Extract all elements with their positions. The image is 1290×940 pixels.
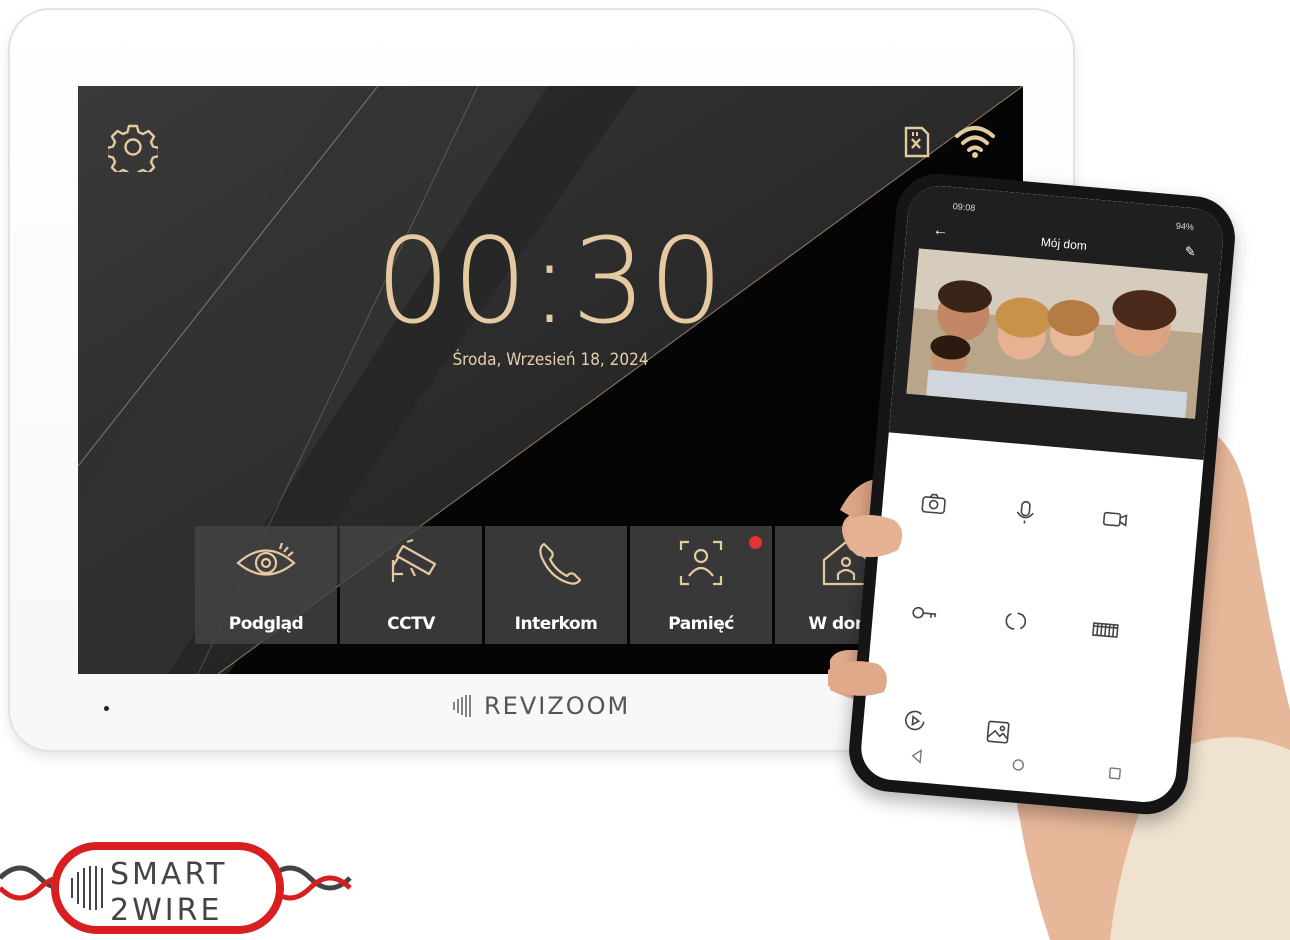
eye-icon <box>236 542 296 576</box>
face-scan-icon <box>679 540 723 586</box>
smart2wire-logo: SMART 2WIRE <box>0 842 352 934</box>
key-icon[interactable] <box>908 597 941 630</box>
phone-battery: 94% <box>1175 220 1195 233</box>
phone-status-time: 09:08 <box>952 201 976 214</box>
tile-podglad[interactable]: Podgląd <box>195 526 337 644</box>
nav-home-icon <box>1012 759 1024 771</box>
sd-card-icon <box>904 126 930 158</box>
gate-icon[interactable] <box>1089 613 1122 646</box>
microphone-hole <box>104 706 109 711</box>
clock-date: Środa, Wrzesień 18, 2024 <box>452 350 649 370</box>
edit-pencil-icon[interactable]: ✎ <box>1184 244 1196 261</box>
menu-tiles: Podgląd CCTV Interkom Pamięć W domu <box>195 526 917 644</box>
tile-interkom[interactable]: Interkom <box>485 526 627 644</box>
gallery-icon[interactable] <box>982 716 1015 749</box>
tile-cctv[interactable]: CCTV <box>340 526 482 644</box>
revizoom-mark-icon <box>453 695 471 717</box>
logo-line1: SMART <box>110 857 227 892</box>
thumb-overlay <box>828 515 903 696</box>
cctv-camera-icon <box>391 538 437 582</box>
video-feed-family <box>906 248 1208 420</box>
notification-badge <box>749 536 762 549</box>
nav-recents-icon <box>1108 767 1121 780</box>
tile-label: Pamięć <box>668 614 734 634</box>
video-record-icon[interactable] <box>1099 503 1132 536</box>
gear-icon[interactable] <box>108 122 158 172</box>
microphone-icon[interactable] <box>1009 495 1042 528</box>
nav-back-icon <box>911 749 923 764</box>
rotate-icon[interactable] <box>1000 605 1033 638</box>
phone-handset-icon <box>539 542 582 585</box>
logo-line2: 2WIRE <box>110 893 222 928</box>
brand-name: REVIZOOM <box>484 692 631 720</box>
tile-label: Podgląd <box>228 614 304 634</box>
tile-label: Interkom <box>514 614 598 634</box>
phone-screen: 09:08 94% ← Mój dom ✎ <box>858 183 1226 805</box>
brand-logo: REVIZOOM <box>452 692 630 720</box>
tile-pamiec[interactable]: Pamięć <box>630 526 772 644</box>
wifi-icon <box>955 126 995 158</box>
phone-header: 09:08 94% ← Mój dom ✎ <box>888 183 1226 460</box>
tile-label: CCTV <box>387 614 435 634</box>
camera-icon[interactable] <box>918 487 951 520</box>
clock-time: 00:30 <box>375 212 726 350</box>
